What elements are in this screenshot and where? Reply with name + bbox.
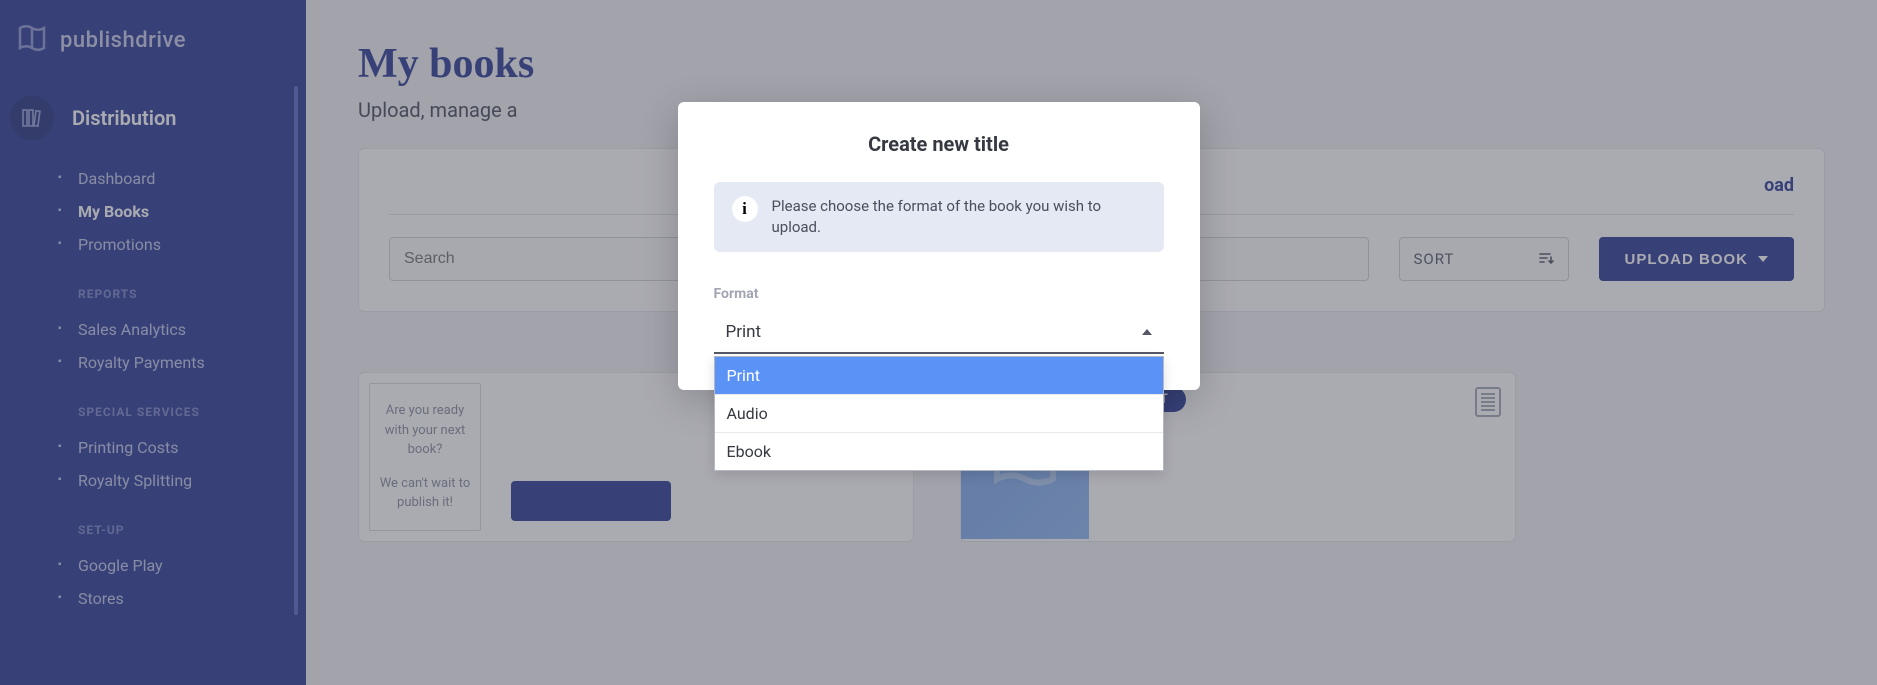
info-icon: i <box>732 196 758 222</box>
format-option-ebook[interactable]: Ebook <box>715 433 1163 470</box>
modal-overlay[interactable]: Create new title i Please choose the for… <box>0 0 1877 685</box>
create-title-modal: Create new title i Please choose the for… <box>678 102 1200 390</box>
info-text: Please choose the format of the book you… <box>772 196 1146 238</box>
format-selected-value: Print <box>726 322 762 342</box>
info-box: i Please choose the format of the book y… <box>714 182 1164 252</box>
chevron-up-icon <box>1142 329 1152 335</box>
format-option-audio[interactable]: Audio <box>715 395 1163 433</box>
format-select[interactable]: Print <box>714 314 1164 354</box>
format-label: Format <box>714 286 1164 302</box>
modal-title: Create new title <box>714 132 1164 156</box>
format-dropdown: Print Audio Ebook <box>714 356 1164 471</box>
format-option-print[interactable]: Print <box>715 357 1163 395</box>
